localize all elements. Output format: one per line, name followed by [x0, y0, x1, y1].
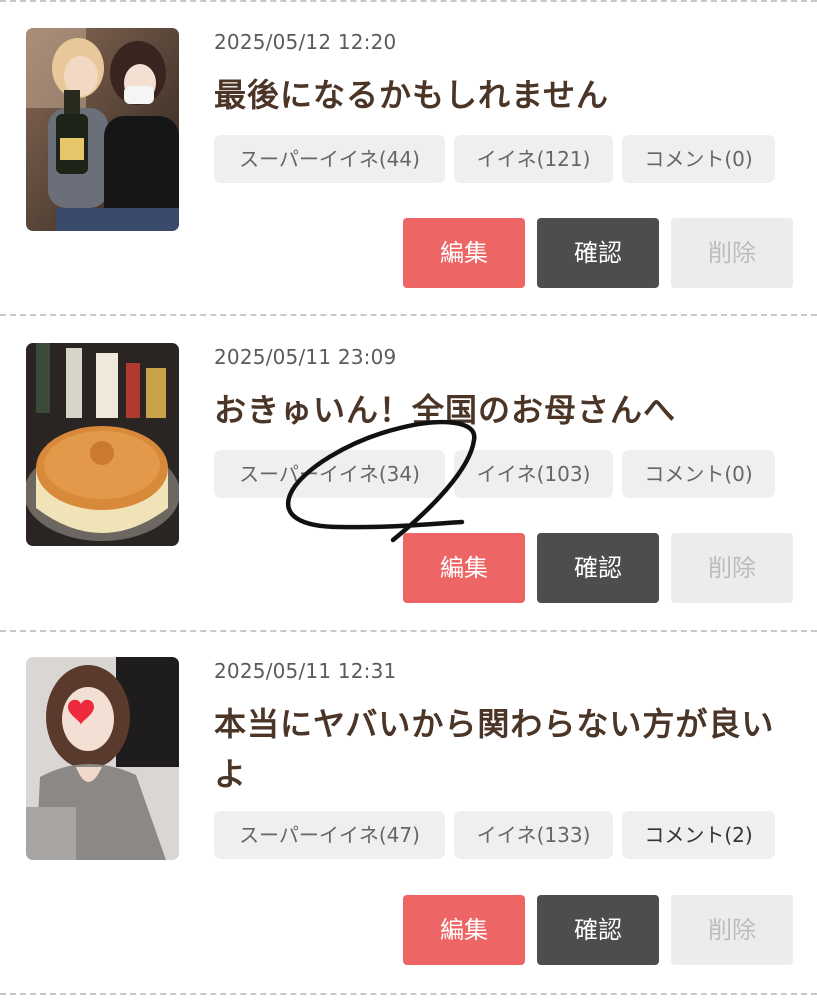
reaction-tags: スーパーイイネ(44) イイネ(121) コメント(0): [214, 135, 775, 183]
post-title[interactable]: 本当にヤバいから関わらない方が良いよ: [214, 699, 804, 799]
post-date: 2025/05/11 12:31: [214, 659, 397, 683]
divider-top: [0, 0, 817, 2]
reaction-tags: スーパーイイネ(47) イイネ(133) コメント(2): [214, 811, 775, 859]
women-champagne-photo: [26, 28, 179, 231]
comment-count: コメント(2): [622, 811, 775, 859]
delete-button[interactable]: 削除: [671, 533, 793, 603]
post-actions: 編集 確認 削除: [403, 895, 793, 965]
edit-button[interactable]: 編集: [403, 218, 525, 288]
like-count: イイネ(133): [454, 811, 613, 859]
super-like-count: スーパーイイネ(44): [214, 135, 445, 183]
post-date: 2025/05/12 12:20: [214, 30, 397, 54]
confirm-button[interactable]: 確認: [537, 533, 659, 603]
divider-bottom: [0, 993, 817, 995]
cheesecake-photo: [26, 343, 179, 546]
post-date: 2025/05/11 23:09: [214, 345, 397, 369]
delete-button[interactable]: 削除: [671, 218, 793, 288]
post-title[interactable]: 最後になるかもしれません: [214, 70, 804, 120]
post-title[interactable]: おきゅいん！全国のお母さんへ: [214, 385, 804, 435]
confirm-button[interactable]: 確認: [537, 895, 659, 965]
comment-count: コメント(0): [622, 450, 775, 498]
post-thumbnail[interactable]: [26, 657, 179, 860]
comment-count: コメント(0): [622, 135, 775, 183]
edit-button[interactable]: 編集: [403, 533, 525, 603]
like-count: イイネ(121): [454, 135, 613, 183]
divider: [0, 314, 817, 316]
post-actions: 編集 確認 削除: [403, 218, 793, 288]
post-thumbnail[interactable]: [26, 343, 179, 546]
like-count: イイネ(103): [454, 450, 613, 498]
divider: [0, 630, 817, 632]
edit-button[interactable]: 編集: [403, 895, 525, 965]
selfie-heart-photo: [26, 657, 179, 860]
post-feed: 2025/05/12 12:20 最後になるかもしれません スーパーイイネ(44…: [0, 0, 817, 1000]
super-like-count: スーパーイイネ(47): [214, 811, 445, 859]
delete-button[interactable]: 削除: [671, 895, 793, 965]
super-like-count: スーパーイイネ(34): [214, 450, 445, 498]
reaction-tags: スーパーイイネ(34) イイネ(103) コメント(0): [214, 450, 775, 498]
confirm-button[interactable]: 確認: [537, 218, 659, 288]
post-thumbnail[interactable]: [26, 28, 179, 231]
post-actions: 編集 確認 削除: [403, 533, 793, 603]
